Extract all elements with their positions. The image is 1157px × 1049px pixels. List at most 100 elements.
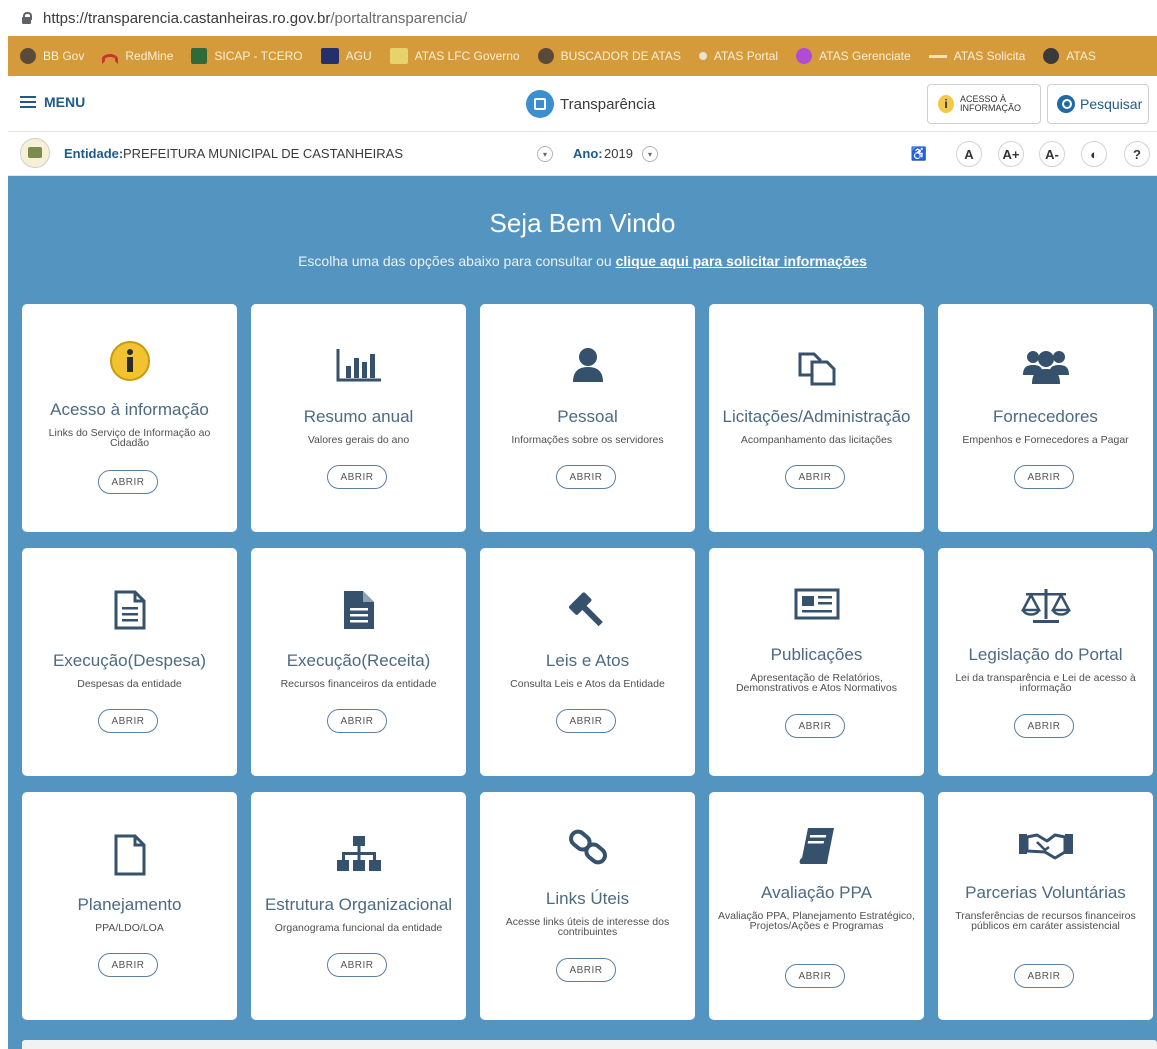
card-description: Organograma funcional da entidade (274, 922, 443, 934)
ano-select[interactable]: 2019 (604, 146, 633, 161)
card-title: Parcerias Voluntárias (965, 883, 1126, 902)
card-licitacoes[interactable]: Licitações/Administração Acompanhamento … (709, 304, 924, 532)
card-links-uteis[interactable]: Links Úteis Acesse links úteis de intere… (480, 792, 695, 1020)
org-chart-icon (251, 836, 466, 872)
request-info-link[interactable]: clique aqui para solicitar informações (616, 253, 867, 269)
abrir-button[interactable]: ABRIR (1014, 714, 1074, 738)
card-title: Leis e Atos (545, 651, 630, 670)
card-description: Transferências de recursos financeiros p… (955, 910, 1136, 932)
welcome-subtitle: Escolha uma das opções abaixo para consu… (298, 253, 867, 269)
abrir-button[interactable]: ABRIR (327, 953, 387, 977)
bookmark-buscador[interactable]: BUSCADOR DE ATAS (537, 48, 681, 64)
card-title: Publicações (770, 645, 863, 664)
page-icon (698, 52, 707, 60)
card-description: Recursos financeiros da entidade (280, 678, 437, 690)
card-description: Despesas da entidade (77, 678, 182, 690)
users-group-icon (938, 347, 1153, 385)
card-description: Acesse links úteis de interesse dos cont… (505, 916, 670, 938)
font-normal-button[interactable]: A (956, 141, 982, 167)
municipal-crest-icon (20, 138, 50, 168)
bookmark-atas[interactable]: ATAS (1043, 48, 1096, 64)
card-leis-atos[interactable]: Leis e Atos Consulta Leis e Atos da Enti… (480, 548, 695, 776)
abrir-button[interactable]: ABRIR (98, 709, 158, 733)
card-publicacoes[interactable]: Publicações Apresentação de Relatórios, … (709, 548, 924, 776)
chevron-down-icon[interactable]: ▾ (537, 146, 553, 162)
bookmark-atas-portal[interactable]: ATAS Portal (698, 49, 778, 63)
entidade-label: Entidade: (64, 146, 124, 161)
bookmark-atas-gerenciate[interactable]: ATAS Gerenciate (796, 48, 911, 64)
bookmark-redmine[interactable]: RedMine (102, 48, 173, 64)
handshake-icon (938, 830, 1153, 860)
card-title: Planejamento (77, 895, 182, 914)
abrir-button[interactable]: ABRIR (556, 709, 616, 733)
abrir-button[interactable]: ABRIR (327, 709, 387, 733)
gavel-icon (480, 590, 695, 630)
card-title: Acesso à informação (50, 400, 209, 419)
hamburger-icon (20, 96, 36, 108)
abrir-button[interactable]: ABRIR (556, 958, 616, 982)
card-description: Acompanhamento das licitações (740, 434, 893, 446)
card-title: Links Úteis (545, 889, 630, 908)
card-parcerias-voluntarias[interactable]: Parcerias Voluntárias Transferências de … (938, 792, 1153, 1020)
card-estrutura-organizacional[interactable]: Estrutura Organizacional Organograma fun… (251, 792, 466, 1020)
entity-bar: Entidade: PREFEITURA MUNICIPAL DE CASTAN… (8, 132, 1157, 176)
brand[interactable]: Transparência (526, 90, 655, 118)
card-execucao-despesa[interactable]: Execução(Despesa) Despesas da entidade A… (22, 548, 237, 776)
bookmark-sicap[interactable]: SICAP - TCERO (191, 48, 303, 64)
card-avaliacao-ppa[interactable]: Avaliação PPA Avaliação PPA, Planejament… (709, 792, 924, 1020)
user-icon (480, 347, 695, 383)
info-icon: i (938, 95, 954, 113)
menu-button[interactable]: MENU (20, 94, 85, 110)
card-resumo-anual[interactable]: Resumo anual Valores gerais do ano ABRIR (251, 304, 466, 532)
card-title: Legislação do Portal (968, 645, 1123, 664)
font-increase-button[interactable]: A+ (998, 141, 1024, 167)
abrir-button[interactable]: ABRIR (785, 714, 845, 738)
card-description: PPA/LDO/LOA (95, 922, 164, 934)
bookmark-atas-solicita[interactable]: ATAS Solicita (928, 49, 1025, 63)
globe-icon (1043, 48, 1060, 64)
bookmark-atas-lfc[interactable]: ATAS LFC Governo (389, 48, 520, 64)
abrir-button[interactable]: ABRIR (785, 964, 845, 988)
card-execucao-receita[interactable]: Execução(Receita) Recursos financeiros d… (251, 548, 466, 776)
abrir-button[interactable]: ABRIR (327, 465, 387, 489)
abrir-button[interactable]: ABRIR (1014, 465, 1074, 489)
entidade-select[interactable]: PREFEITURA MUNICIPAL DE CASTANHEIRAS (123, 146, 403, 161)
address-bar[interactable]: https://transparencia.castanheiras.ro.go… (0, 0, 1157, 36)
accessibility-icon[interactable]: ♿ (906, 141, 932, 167)
search-button[interactable]: Pesquisar (1047, 84, 1149, 124)
card-legislacao[interactable]: Legislação do Portal Lei da transparênci… (938, 548, 1153, 776)
chain-link-icon (480, 828, 695, 866)
card-title: Resumo anual (303, 407, 414, 426)
newspaper-icon (709, 588, 924, 620)
card-pessoal[interactable]: Pessoal Informações sobre os servidores … (480, 304, 695, 532)
contrast-icon[interactable]: ◐ (1081, 141, 1107, 167)
book-icon (709, 826, 924, 866)
abrir-button[interactable]: ABRIR (785, 465, 845, 489)
card-title: Fornecedores (993, 407, 1098, 426)
card-title: Execução(Despesa) (52, 651, 207, 670)
card-description: Consulta Leis e Atos da Entidade (510, 678, 665, 690)
abrir-button[interactable]: ABRIR (98, 953, 158, 977)
bookmark-bb-gov[interactable]: BB Gov (20, 48, 84, 64)
card-title: Pessoal (557, 407, 618, 426)
help-button[interactable]: ? (1124, 141, 1150, 167)
abrir-button[interactable]: ABRIR (556, 465, 616, 489)
file-text-outline-icon (22, 590, 237, 630)
globe-icon (537, 48, 554, 64)
card-fornecedores[interactable]: Fornecedores Empenhos e Fornecedores a P… (938, 304, 1153, 532)
welcome-title: Seja Bem Vindo (489, 208, 676, 238)
acesso-informacao-button[interactable]: i ACESSO À INFORMAÇÃO (927, 84, 1041, 124)
card-acesso-informacao[interactable]: Acesso à informação Links do Serviço de … (22, 304, 237, 532)
dash-icon (928, 54, 947, 58)
chevron-down-icon[interactable]: ▾ (642, 146, 658, 162)
card-title: Execução(Receita) (286, 651, 431, 670)
card-title: Estrutura Organizacional (264, 895, 453, 914)
bookmarks-bar: BB Gov RedMine SICAP - TCERO AGU ATAS LF… (8, 36, 1157, 76)
card-planejamento[interactable]: Planejamento PPA/LDO/LOA ABRIR (22, 792, 237, 1020)
bookmark-agu[interactable]: AGU (320, 48, 372, 64)
font-decrease-button[interactable]: A- (1039, 141, 1065, 167)
abrir-button[interactable]: ABRIR (1014, 964, 1074, 988)
abrir-button[interactable]: ABRIR (98, 470, 158, 494)
card-description: Valores gerais do ano (307, 434, 410, 446)
card-description: Links do Serviço de Informação ao Cidadã… (48, 427, 211, 449)
